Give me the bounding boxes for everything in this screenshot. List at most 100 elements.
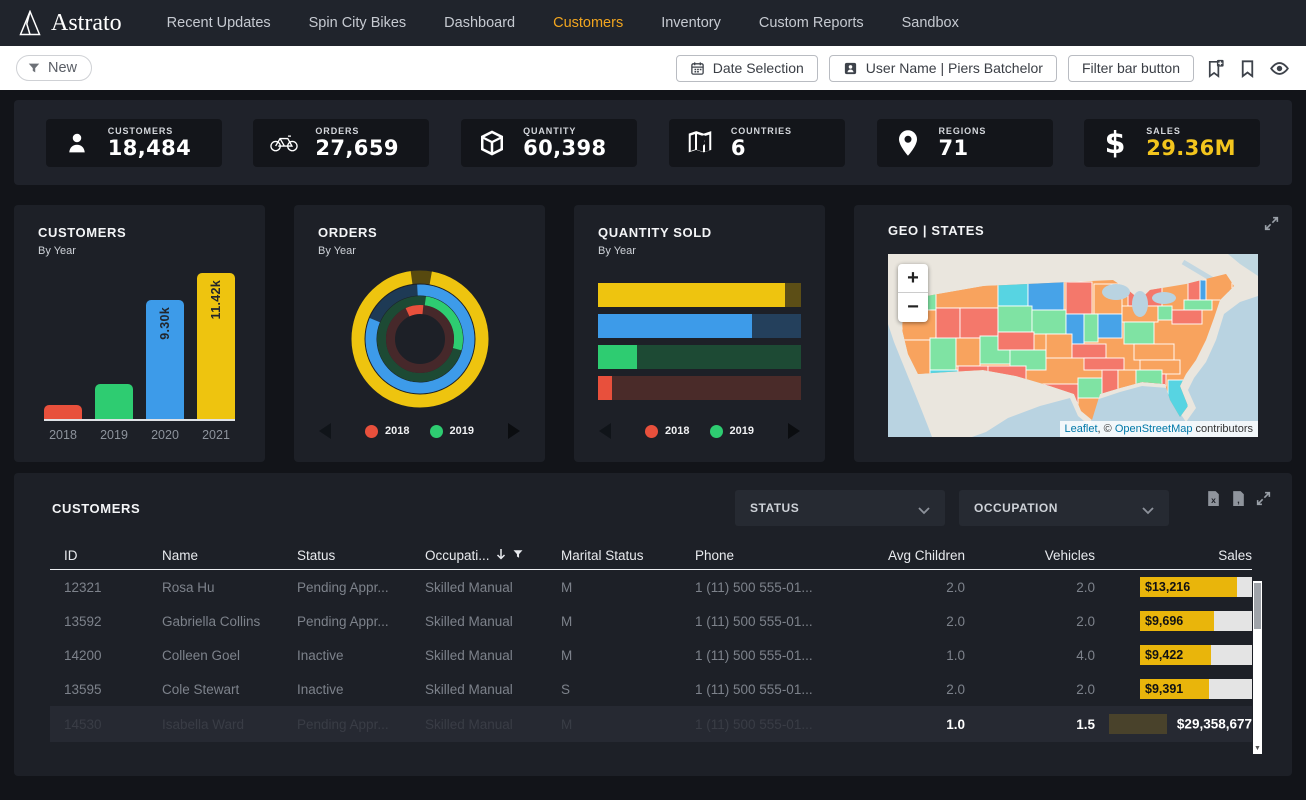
cell-marital_status: S: [561, 682, 695, 697]
table-row[interactable]: 12321Rosa HuPending Appr...Skilled Manua…: [50, 570, 1252, 604]
attribution-separator: , ©: [1098, 423, 1115, 435]
nav-items: Recent UpdatesSpin City BikesDashboardCu…: [148, 15, 978, 31]
total-vehicles: 1.5: [965, 717, 1095, 732]
kpi-card-countries[interactable]: COUNTRIES6: [669, 119, 845, 167]
nav-item-custom-reports[interactable]: Custom Reports: [740, 15, 883, 31]
donut-svg[interactable]: [340, 259, 500, 419]
cell-sales: $9,422: [1095, 645, 1252, 665]
scrollbar-thumb[interactable]: [1254, 583, 1261, 629]
filter-icon[interactable]: [512, 548, 524, 563]
table-row[interactable]: 13592Gabriella CollinsPending Appr...Ski…: [50, 604, 1252, 638]
cell-name: Cole Stewart: [162, 682, 297, 697]
kpi-card-customers[interactable]: CUSTOMERS18,484: [46, 119, 222, 167]
hbar-2020[interactable]: [598, 314, 801, 338]
svg-text:$: $: [1105, 128, 1126, 158]
kpi-card-quantity[interactable]: QUANTITY60,398: [461, 119, 637, 167]
legend-item-2018[interactable]: 2018: [365, 425, 409, 438]
zoom-in-button[interactable]: +: [898, 264, 928, 293]
nav-item-inventory[interactable]: Inventory: [642, 15, 740, 31]
legend-prev-icon[interactable]: [319, 423, 331, 439]
kpi-card-regions[interactable]: REGIONS71: [877, 119, 1053, 167]
new-filter-pill[interactable]: New: [16, 55, 92, 81]
occupation-dropdown[interactable]: OCCUPATION: [959, 490, 1169, 526]
bookmark-icon[interactable]: [1237, 58, 1258, 79]
cell-vehicles: 4.0: [965, 648, 1095, 663]
legend-prev-icon[interactable]: [599, 423, 611, 439]
table-row[interactable]: 14200Colleen GoelInactiveSkilled ManualM…: [50, 638, 1252, 672]
attribution-link-osm[interactable]: OpenStreetMap: [1115, 423, 1193, 435]
kpi-card-orders[interactable]: ORDERS27,659: [253, 119, 429, 167]
expand-icon[interactable]: [1263, 215, 1280, 232]
kpi-label: QUANTITY: [523, 126, 606, 136]
us-states-choropleth[interactable]: [888, 254, 1258, 437]
column-header-marital-status[interactable]: Marital Status: [561, 548, 695, 563]
hbar-2021[interactable]: [598, 283, 801, 307]
nav-item-dashboard[interactable]: Dashboard: [425, 15, 534, 31]
kpi-card-sales[interactable]: $SALES29.36M: [1084, 119, 1260, 167]
cell-id: 13595: [64, 682, 162, 697]
scrollbar-down-arrow[interactable]: ▼: [1253, 745, 1262, 753]
column-header-status[interactable]: Status: [297, 548, 425, 563]
brand-logo[interactable]: Astrato: [18, 10, 122, 37]
zoom-out-button[interactable]: −: [898, 293, 928, 322]
column-header-occupati[interactable]: Occupati...: [425, 548, 561, 563]
hbar-fill-2021: [598, 283, 785, 307]
legend-dot: [645, 425, 658, 438]
column-header-avg-children[interactable]: Avg Children: [855, 548, 965, 563]
legend-item-2019[interactable]: 2019: [430, 425, 474, 438]
legend-next-icon[interactable]: [508, 423, 520, 439]
column-header-vehicles[interactable]: Vehicles: [965, 548, 1095, 563]
sort-desc-icon[interactable]: [496, 548, 506, 563]
hbar-2019[interactable]: [598, 345, 801, 369]
export-csv-icon[interactable]: ,: [1230, 490, 1247, 507]
map-svg[interactable]: [888, 254, 1258, 437]
nav-item-sandbox[interactable]: Sandbox: [883, 15, 978, 31]
ghost-cell-occupation: Skilled Manual: [425, 717, 561, 732]
calendar-icon: [690, 61, 705, 76]
nav-item-spin-city-bikes[interactable]: Spin City Bikes: [290, 15, 426, 31]
bar-2019[interactable]: [95, 384, 133, 419]
nav-item-customers[interactable]: Customers: [534, 15, 642, 31]
date-selection-button[interactable]: Date Selection: [676, 55, 818, 82]
nav-item-recent-updates[interactable]: Recent Updates: [148, 15, 290, 31]
sales-bar: $13,216: [1140, 577, 1252, 597]
column-header-sales[interactable]: Sales: [1095, 548, 1252, 563]
bar-2020[interactable]: 9.30k: [146, 300, 184, 419]
sales-value: $9,391: [1145, 682, 1183, 696]
bar-2021[interactable]: 11.42k: [197, 273, 235, 419]
brand-name: Astrato: [51, 10, 122, 37]
vertical-scrollbar[interactable]: ▼: [1253, 581, 1262, 754]
column-header-label: Vehicles: [1045, 548, 1095, 563]
column-header-name[interactable]: Name: [162, 548, 297, 563]
x-axis-label-2018: 2018: [44, 428, 82, 442]
total-sales-ghost-bar: [1109, 714, 1167, 734]
legend-next-icon[interactable]: [788, 423, 800, 439]
column-header-phone[interactable]: Phone: [695, 548, 855, 563]
bookmark-add-icon[interactable]: [1205, 58, 1226, 79]
attribution-link-leaflet[interactable]: Leaflet: [1065, 423, 1098, 435]
cell-phone: 1 (11) 500 555-01...: [695, 648, 855, 663]
bar-value-label: 9.30k: [158, 307, 172, 340]
user-name-button[interactable]: User Name | Piers Batchelor: [829, 55, 1057, 82]
legend-item-2018[interactable]: 2018: [645, 425, 689, 438]
filter-bar-button[interactable]: Filter bar button: [1068, 55, 1194, 82]
cell-id: 13592: [64, 614, 162, 629]
bar-2018[interactable]: [44, 405, 82, 419]
table-row[interactable]: 13595Cole StewartInactiveSkilled ManualS…: [50, 672, 1252, 706]
box-icon: [476, 127, 508, 159]
status-dropdown[interactable]: STATUS: [735, 490, 945, 526]
chart-card-quantity: QUANTITY SOLD By Year 20182019: [574, 205, 825, 462]
table-expand-icon[interactable]: [1255, 490, 1272, 507]
cell-name: Rosa Hu: [162, 580, 297, 595]
legend-item-2019[interactable]: 2019: [710, 425, 754, 438]
column-header-id[interactable]: ID: [64, 548, 162, 563]
ghost-cell-status: Pending Appr...: [297, 717, 425, 732]
ghost-cell-name: Isabella Ward: [162, 717, 297, 732]
leaflet-map[interactable]: + − Leaflet, © OpenStreetMap contributor…: [888, 254, 1258, 437]
kpi-value: 6: [731, 138, 792, 159]
orders-donut-chart[interactable]: [318, 259, 521, 419]
cell-name: Colleen Goel: [162, 648, 297, 663]
hbar-2018[interactable]: [598, 376, 801, 400]
export-excel-icon[interactable]: x: [1205, 490, 1222, 507]
eye-icon[interactable]: [1269, 58, 1290, 79]
